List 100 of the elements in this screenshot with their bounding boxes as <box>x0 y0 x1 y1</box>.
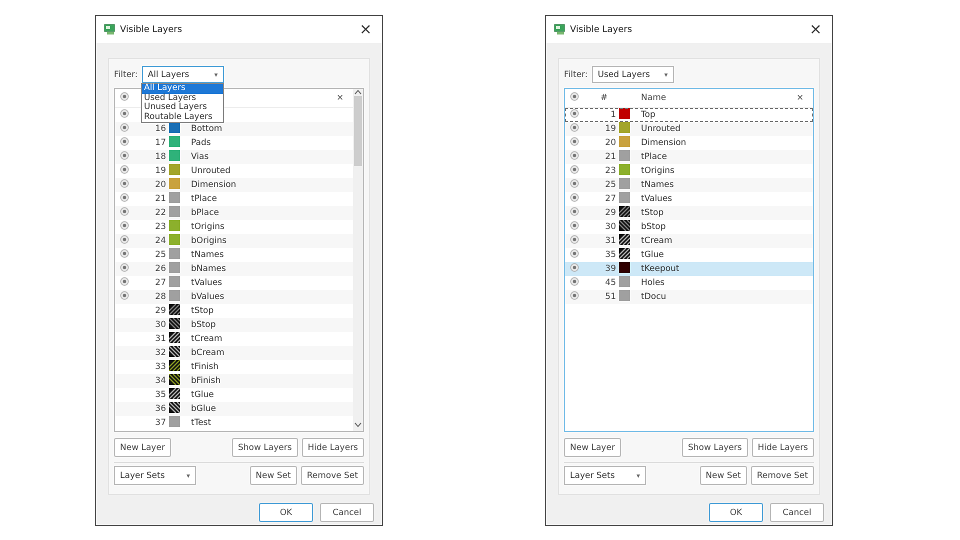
layer-number: 16 <box>154 124 167 134</box>
window-title: Visible Layers <box>570 24 634 34</box>
layer-row[interactable]: 19 Unrouted <box>565 122 813 136</box>
layer-action-button[interactable]: New Layer <box>564 438 621 457</box>
layer-name: tCream <box>190 334 224 344</box>
layer-row[interactable]: 1 Top <box>565 108 813 122</box>
layer-number: 19 <box>154 166 167 176</box>
layer-name: tStop <box>190 306 215 316</box>
layer-name: bValues <box>190 292 226 302</box>
layer-name: Unrouted <box>640 124 682 134</box>
clear-column-header[interactable]: × <box>327 93 353 103</box>
scroll-down-icon[interactable] <box>354 422 362 428</box>
layer-number: 30 <box>154 320 167 330</box>
layer-name: bStop <box>190 320 217 330</box>
layer-number: 34 <box>154 376 167 386</box>
layer-row[interactable]: 29 tStop <box>565 206 813 220</box>
layer-name: Dimension <box>190 180 238 190</box>
layer-number: 28 <box>154 292 167 302</box>
layer-name: bStop <box>640 222 667 232</box>
layer-number: 23 <box>604 166 617 176</box>
vertical-scrollbar[interactable] <box>353 89 363 431</box>
layer-name: bOrigins <box>190 236 228 246</box>
layer-name: bGlue <box>190 404 217 414</box>
name-column-header[interactable]: Name <box>637 93 787 103</box>
layer-number: 29 <box>604 208 617 218</box>
cancel-button[interactable]: Cancel <box>320 503 374 522</box>
layer-name: tKeepout <box>640 264 680 274</box>
layer-number: 21 <box>604 152 617 162</box>
layer-name: Dimension <box>640 138 688 148</box>
layer-row[interactable]: 25 tNames <box>565 178 813 192</box>
layers-app-icon <box>554 24 565 35</box>
layer-row[interactable]: 22 bPlace <box>115 206 353 220</box>
layer-name: bNames <box>190 264 227 274</box>
layer-name: tPlace <box>190 194 218 204</box>
layer-name: tValues <box>190 278 224 288</box>
layer-action-button[interactable]: Show Layers <box>232 438 298 457</box>
close-button[interactable]: × <box>807 22 824 37</box>
ok-button[interactable]: OK <box>259 503 313 522</box>
layer-name: tNames <box>190 250 225 260</box>
layer-row[interactable]: 31 tCream <box>565 234 813 248</box>
layer-number: 30 <box>604 222 617 232</box>
layer-row[interactable]: 18 Vias <box>115 150 353 164</box>
layer-row[interactable]: 16 Bottom <box>115 122 353 136</box>
layers-app-icon <box>104 24 115 35</box>
layer-number: 37 <box>154 418 167 428</box>
filter-option[interactable]: All Layers <box>142 84 223 94</box>
cancel-button[interactable]: Cancel <box>770 503 824 522</box>
set-action-button[interactable]: Remove Set <box>300 466 364 485</box>
layer-number: 33 <box>154 362 167 372</box>
layer-name: Unrouted <box>190 166 232 176</box>
layer-row[interactable]: 24 bOrigins <box>115 234 353 248</box>
set-action-button[interactable]: New Set <box>700 466 747 485</box>
layer-number: 45 <box>604 278 617 288</box>
set-action-button[interactable]: New Set <box>250 466 297 485</box>
layer-name: tPlace <box>640 152 668 162</box>
layer-name: tGlue <box>640 250 665 260</box>
layer-name: tValues <box>640 194 674 204</box>
close-button[interactable]: × <box>357 22 374 37</box>
layer-row[interactable]: 39 tKeepout <box>565 262 813 276</box>
layer-number: 27 <box>604 194 617 204</box>
scroll-up-icon[interactable] <box>354 89 362 95</box>
layer-number: 1 <box>610 110 617 120</box>
layer-row[interactable]: 21 tPlace <box>565 150 813 164</box>
layer-name: tOrigins <box>190 222 226 232</box>
layer-number: 35 <box>154 390 167 400</box>
scrollbar-thumb[interactable] <box>354 96 362 166</box>
layer-number: 25 <box>154 250 167 260</box>
layer-action-button[interactable]: Hide Layers <box>752 438 814 457</box>
ok-button[interactable]: OK <box>709 503 763 522</box>
layer-number: 35 <box>604 250 617 260</box>
layer-number: 24 <box>154 236 167 246</box>
filter-label: Filter: <box>114 70 138 80</box>
layer-action-button[interactable]: New Layer <box>114 438 171 457</box>
layer-action-button[interactable]: Show Layers <box>682 438 748 457</box>
layer-number: 39 <box>604 264 617 274</box>
layer-row[interactable]: 34 bFinish <box>115 374 353 388</box>
layer-row[interactable]: 28 bValues <box>115 290 353 304</box>
layer-number: 32 <box>154 348 167 358</box>
layer-action-button[interactable]: Hide Layers <box>302 438 364 457</box>
layer-name: tDocu <box>640 292 668 302</box>
layer-number: 25 <box>604 180 617 190</box>
layer-row[interactable]: 20 Dimension <box>115 178 353 192</box>
layer-row[interactable]: 51 tDocu <box>565 290 813 304</box>
layer-name: tFinish <box>190 362 220 372</box>
layer-name: Holes <box>640 278 666 288</box>
layer-row[interactable]: 36 bGlue <box>115 402 353 416</box>
layer-number: 18 <box>154 152 167 162</box>
layer-number: 26 <box>154 264 167 274</box>
layer-name: bPlace <box>190 208 220 218</box>
layer-number: 29 <box>154 306 167 316</box>
layer-row[interactable]: 26 bNames <box>115 262 353 276</box>
filter-label: Filter: <box>564 70 588 80</box>
number-column-header[interactable]: # <box>589 93 619 103</box>
layer-name: Top <box>640 110 656 120</box>
set-action-button[interactable]: Remove Set <box>750 466 814 485</box>
layer-name: tCream <box>640 236 674 246</box>
clear-column-header[interactable]: × <box>787 93 813 103</box>
layer-name: bFinish <box>190 376 222 386</box>
layer-row[interactable]: 30 bStop <box>115 318 353 332</box>
layer-row[interactable]: 32 bCream <box>115 346 353 360</box>
